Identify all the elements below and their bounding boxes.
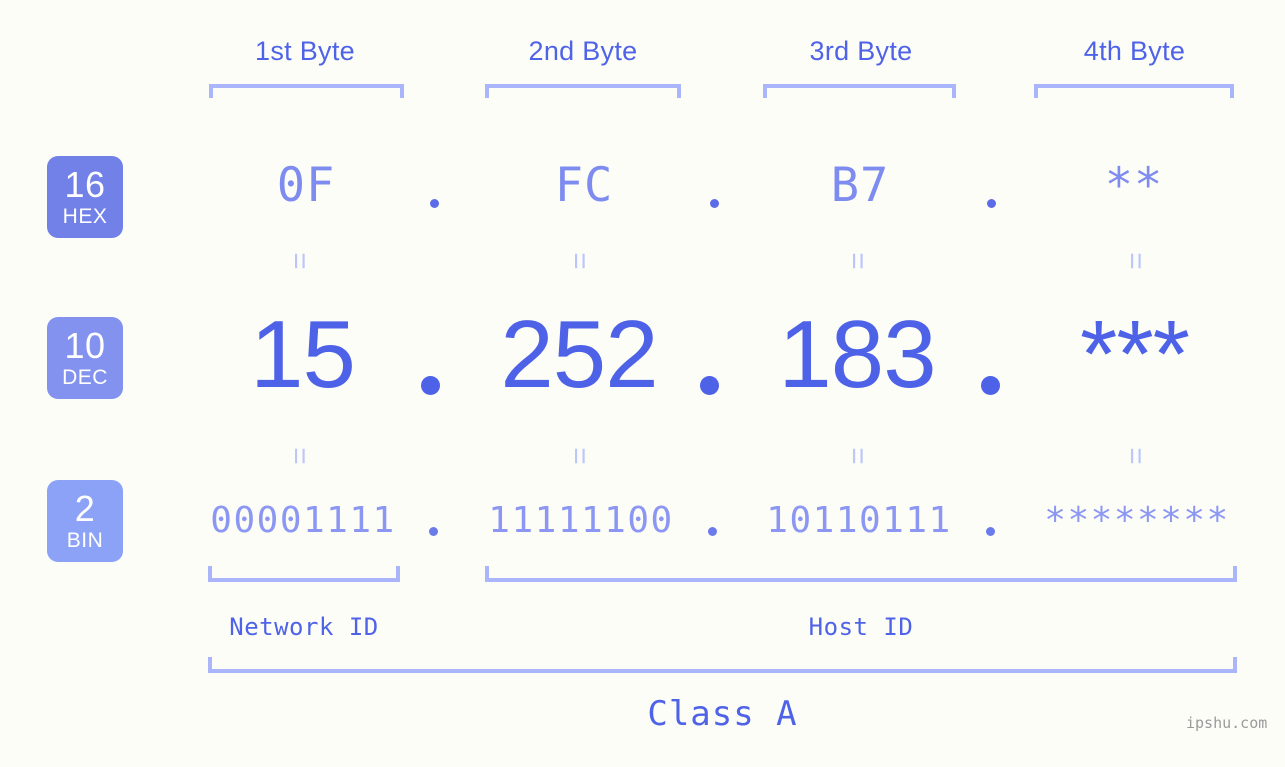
base-badge-hex-name: HEX: [62, 205, 108, 228]
byte-header-4: 4th Byte: [1083, 36, 1186, 66]
equals-mark-hex-dec-4: =: [1118, 252, 1152, 270]
class-bracket: [208, 657, 1237, 673]
class-label: Class A: [647, 694, 798, 734]
bin-byte-4: ********: [1044, 500, 1230, 541]
equals-mark-dec-bin-3: =: [840, 447, 874, 465]
hex-separator-dot-3: [987, 199, 996, 208]
base-badge-hex-number: 16: [64, 164, 106, 205]
equals-mark-dec-bin-1: =: [282, 447, 316, 465]
base-badge-hex: 16 HEX: [47, 156, 123, 238]
dec-byte-2: 252: [500, 301, 658, 408]
equals-mark-hex-dec-1: =: [282, 252, 316, 270]
dec-separator-dot-3: [981, 376, 1000, 395]
dec-byte-1: 15: [250, 301, 356, 408]
bin-byte-1: 00001111: [210, 500, 396, 541]
byte-bracket-top-3: [763, 84, 956, 98]
base-badge-bin: 2 BIN: [47, 480, 123, 562]
bin-separator-dot-1: [429, 527, 438, 536]
byte-header-2: 2nd Byte: [528, 36, 638, 66]
bin-byte-2: 11111100: [488, 500, 674, 541]
hex-byte-1: 0F: [276, 158, 336, 213]
bin-separator-dot-2: [708, 527, 717, 536]
base-badge-dec-number: 10: [64, 325, 106, 366]
bin-byte-3: 10110111: [766, 500, 952, 541]
dec-byte-4: ***: [1079, 301, 1190, 408]
base-badge-dec: 10 DEC: [47, 317, 123, 399]
watermark: ipshu.com: [1186, 714, 1268, 732]
dec-separator-dot-1: [421, 376, 440, 395]
dec-byte-3: 183: [778, 301, 936, 408]
equals-mark-hex-dec-3: =: [840, 252, 874, 270]
base-badge-bin-name: BIN: [66, 529, 104, 552]
hex-byte-3: B7: [830, 158, 890, 213]
network-id-label: Network ID: [229, 613, 379, 641]
dec-separator-dot-2: [700, 376, 719, 395]
hex-separator-dot-1: [430, 199, 439, 208]
byte-bracket-top-1: [209, 84, 404, 98]
host-id-label: Host ID: [808, 613, 914, 641]
byte-header-1: 1st Byte: [255, 36, 355, 66]
host-id-bracket: [485, 566, 1237, 582]
base-badge-dec-name: DEC: [62, 366, 108, 389]
base-badge-bin-number: 2: [74, 488, 96, 529]
byte-bracket-top-2: [485, 84, 681, 98]
ip-address-breakdown-diagram: 1st Byte 2nd Byte 3rd Byte 4th Byte 16 H…: [0, 0, 1285, 767]
hex-byte-2: FC: [554, 158, 614, 213]
network-id-bracket: [208, 566, 400, 582]
byte-header-3: 3rd Byte: [809, 36, 913, 66]
equals-mark-hex-dec-2: =: [562, 252, 596, 270]
bin-separator-dot-3: [986, 527, 995, 536]
hex-byte-4: **: [1104, 158, 1164, 213]
equals-mark-dec-bin-2: =: [562, 447, 596, 465]
equals-mark-dec-bin-4: =: [1118, 447, 1152, 465]
byte-bracket-top-4: [1034, 84, 1234, 98]
hex-separator-dot-2: [710, 199, 719, 208]
